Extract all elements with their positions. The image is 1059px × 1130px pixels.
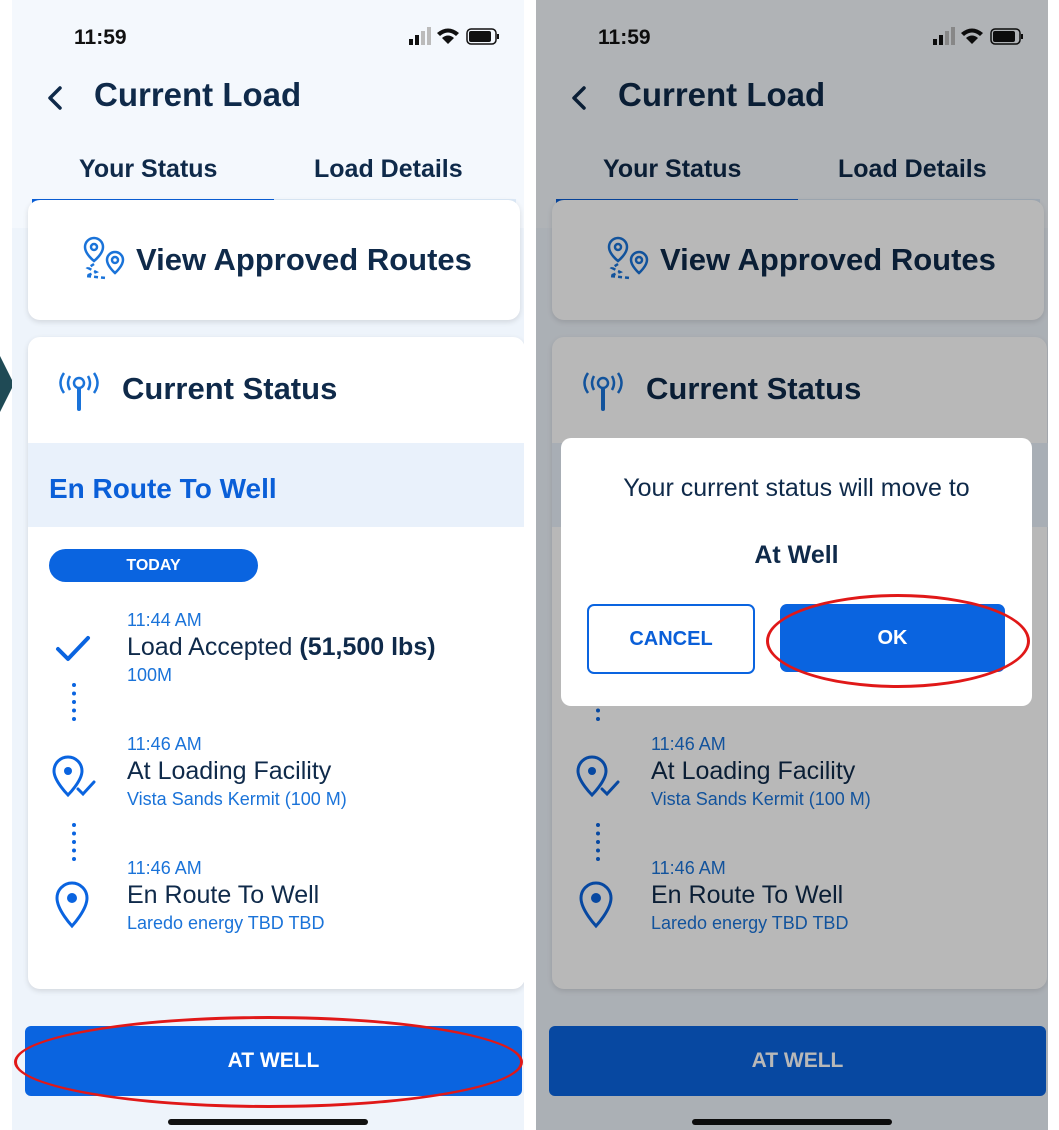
screen-after: 11:59 Current Load Your Status Load Deta… xyxy=(536,0,1048,1130)
ok-button[interactable]: OK xyxy=(780,604,1005,672)
view-routes-card[interactable]: View Approved Routes xyxy=(28,200,520,320)
timeline-time: 11:44 AM xyxy=(127,610,202,630)
status-time: 11:59 xyxy=(74,26,127,49)
current-status-value: En Route To Well xyxy=(49,473,277,504)
current-status-band: En Route To Well xyxy=(28,443,524,527)
route-pins-icon xyxy=(83,236,125,280)
timeline-title: Load Accepted (51,500 lbs) xyxy=(127,633,436,662)
cancel-button[interactable]: CANCEL xyxy=(587,604,755,674)
timeline-title-text: Load Accepted xyxy=(127,633,293,661)
view-routes-label: View Approved Routes xyxy=(136,242,472,277)
status-icons xyxy=(409,27,499,45)
timeline-sub: Vista Sands Kermit (100 M) xyxy=(127,789,347,809)
day-badge: TODAY xyxy=(49,549,258,582)
home-indicator xyxy=(168,1119,368,1125)
current-status-title: Current Status xyxy=(122,371,338,406)
location-pin-icon xyxy=(55,881,89,929)
dialog-target-status: At Well xyxy=(754,541,839,569)
timeline-time: 11:46 AM xyxy=(127,858,202,878)
tab-your-status[interactable]: Your Status xyxy=(79,155,217,184)
page-title: Current Load xyxy=(94,76,302,113)
broadcast-icon xyxy=(59,372,99,411)
back-chevron-icon[interactable] xyxy=(36,78,76,118)
screen-before: 11:59 Current Load Your Status Load Deta… xyxy=(12,0,524,1130)
timeline-title: At Loading Facility xyxy=(127,757,332,785)
timeline-connector xyxy=(72,683,80,721)
timeline-sub: Laredo energy TBD TBD xyxy=(127,913,325,933)
timeline-sub: 100M xyxy=(127,665,173,685)
location-check-icon xyxy=(52,755,97,800)
timeline-connector xyxy=(72,823,80,861)
timeline-title: En Route To Well xyxy=(127,881,320,909)
at-well-button[interactable]: AT WELL xyxy=(25,1026,522,1096)
timeline-weight: (51,500 lbs) xyxy=(299,633,436,661)
dialog-message: Your current status will move to xyxy=(623,474,970,502)
confirm-dialog: Your current status will move to At Well… xyxy=(561,438,1032,706)
timeline-time: 11:46 AM xyxy=(127,734,202,754)
current-status-card: Current Status En Route To Well TODAY 11… xyxy=(28,337,524,989)
check-icon xyxy=(56,636,90,661)
tab-load-details[interactable]: Load Details xyxy=(314,155,463,184)
